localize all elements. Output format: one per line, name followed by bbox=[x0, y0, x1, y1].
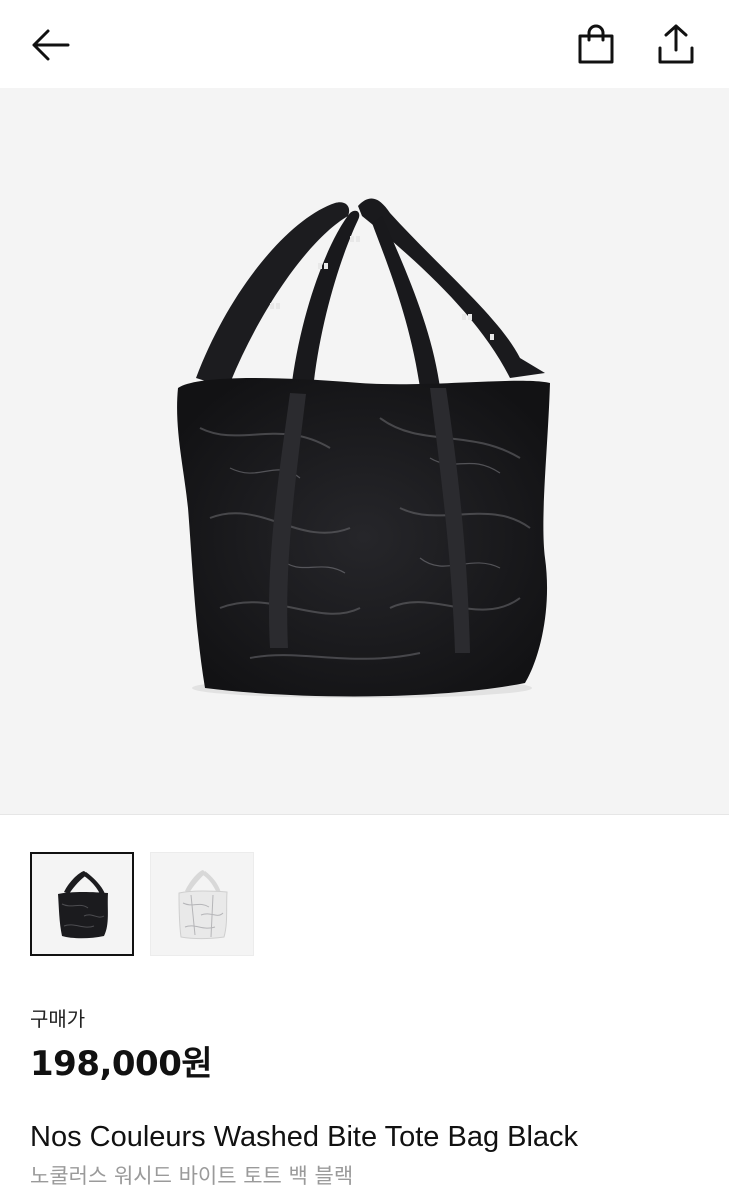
black-tote-thumbnail bbox=[58, 871, 108, 939]
product-image-gallery[interactable] bbox=[0, 88, 729, 814]
share-button[interactable] bbox=[648, 18, 704, 70]
share-upload-icon bbox=[658, 24, 694, 64]
thumbnail-list bbox=[30, 852, 254, 956]
top-navigation-bar bbox=[0, 0, 729, 88]
white-tote-thumbnail bbox=[178, 870, 228, 939]
thumbnail-black[interactable] bbox=[30, 852, 134, 956]
product-name-english: Nos Couleurs Washed Bite Tote Bag Black bbox=[30, 1121, 579, 1153]
price-label: 구매가 bbox=[30, 1007, 86, 1031]
thumbnail-white[interactable] bbox=[150, 852, 254, 956]
back-button[interactable] bbox=[22, 20, 78, 70]
product-name-korean: 노쿨러스 워시드 바이트 토트 백 블랙 bbox=[30, 1164, 354, 1188]
shopping-bag-button[interactable] bbox=[568, 20, 624, 70]
section-divider bbox=[0, 814, 729, 815]
arrow-left-icon bbox=[32, 29, 70, 61]
product-price: 198,000원 bbox=[30, 1044, 213, 1084]
product-main-image bbox=[177, 198, 550, 698]
shopping-bag-icon bbox=[578, 24, 614, 64]
